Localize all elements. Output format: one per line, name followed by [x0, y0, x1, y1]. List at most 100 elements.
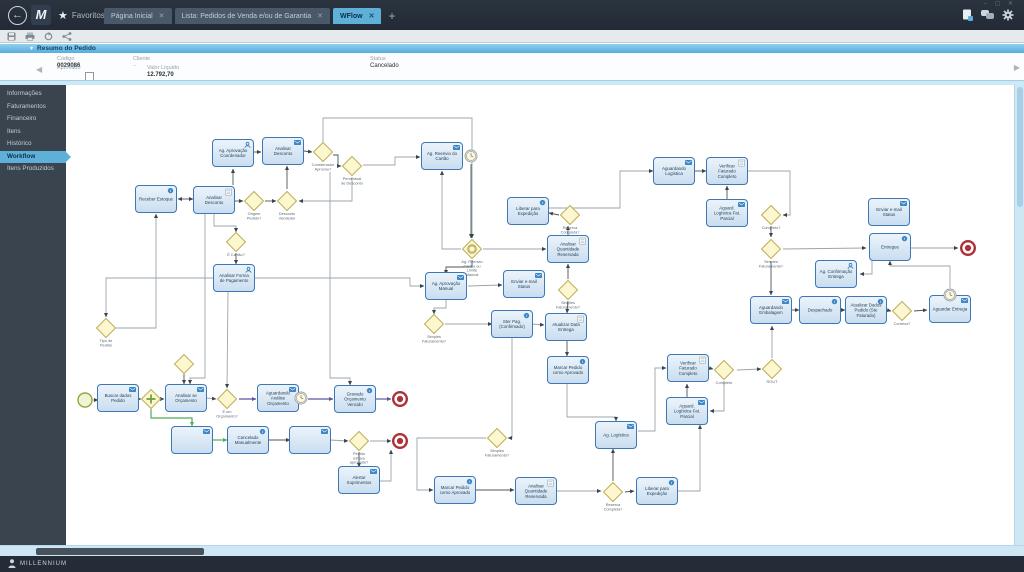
bpmn-task-marcar-pedido-como-aprovado[interactable]: iMarcar Pedidocomo Aprovado [548, 357, 589, 384]
bpmn-gw-gw-40[interactable] [175, 355, 194, 374]
bpmn-task-task-32[interactable] [290, 427, 331, 454]
bpmn-task-aguard-logistica-fat-parcial[interactable]: Aguard.Logística Fat.Parcial [667, 398, 708, 425]
sidebar-item-hist-rico[interactable]: Histórico [0, 138, 66, 151]
bpmn-gw-simples-faturamento[interactable]: SimplesFaturamento? [422, 315, 447, 344]
bpmn-task-atualizar-data-entrega[interactable]: Atualizar DataEntrega [546, 314, 587, 341]
favorites-control[interactable]: ★ Favoritos [58, 9, 105, 22]
bpmn-gw-simples-faturamento[interactable]: SimplesFaturamento? [485, 429, 510, 458]
sidebar-item-itens[interactable]: Itens [0, 126, 66, 139]
tab-lista-pedidos-de-venda-e-ou-de-garantia[interactable]: Lista: Pedidos de Venda e/ou de Garantia… [175, 8, 330, 24]
export-document-icon[interactable] [962, 9, 973, 21]
bpmn-gw-simples-faturamento[interactable]: SimplesFaturamento? [556, 281, 581, 310]
bpmn-task-analisar-se-orcamento[interactable]: Analisar seOrçamento [166, 385, 207, 412]
bpmn-end-end-59[interactable] [393, 392, 407, 406]
bpmn-gw-reserva-completa[interactable]: ReservaCompleta? [561, 206, 581, 235]
window-controls[interactable]: – ▢ ✕ [984, 0, 1016, 7]
save-icon[interactable] [7, 32, 16, 41]
bpmn-gw-e-cartao[interactable]: É Cartão? [227, 233, 246, 258]
new-tab-button[interactable]: + [384, 8, 399, 24]
bpmn-start-start-58[interactable] [78, 393, 92, 407]
bpmn-timer-timer-63[interactable] [295, 392, 307, 404]
tab-close-icon[interactable]: ✕ [159, 12, 165, 20]
tab-close-icon[interactable]: ✕ [317, 12, 323, 20]
tab-close-icon[interactable]: ✕ [369, 12, 375, 20]
bpmn-end-end-60[interactable] [393, 434, 407, 448]
bpmn-task-aguard-logistica-fat-parcial[interactable]: Aguard.Logística Fat.Parcial [707, 200, 748, 227]
bpmn-task-atualizar-dados-pedido-ste-faturado[interactable]: iAtualizar DadosPedido (SteFaturado) [846, 297, 887, 324]
sequence-flow [190, 214, 205, 384]
horizontal-scrollbar-thumb[interactable] [36, 548, 204, 555]
bpmn-task-enviar-e-mail-status[interactable]: Enviar e-mailStatus [504, 271, 545, 298]
bpmn-task-verificar-faturado-completo[interactable]: VerificarFaturadoCompleto [707, 158, 748, 185]
cliente-label: Cliente [133, 56, 150, 62]
gear-icon[interactable] [1002, 9, 1014, 21]
bpmn-task-ag-confirmacao-entrega[interactable]: Ag. ConfirmaçãoEntrega [816, 261, 857, 288]
bpmn-gw-simples-faturamento[interactable]: SimplesFaturamento? [759, 240, 784, 269]
bpmn-gw-ag-reenvio-cartao-ou-limite-manual[interactable]: Ag. ReenvioCartão ouLimiteManual [461, 240, 482, 277]
bpmn-task-alertar-suprimentos[interactable]: AlertarSuprimentos [339, 467, 380, 494]
bpmn-task-analisar-quantidade-reservada[interactable]: AnalisarQuantidadeReservada [548, 236, 589, 263]
bpmn-task-ster-pag-confirmado[interactable]: iSter Pag.(Confirmado) [492, 311, 533, 338]
vertical-scrollbar[interactable] [1014, 85, 1024, 545]
bpmn-gw-pedido-estava-aprovado[interactable]: Pedidoestavaaprovado? [350, 432, 370, 465]
bpmn-task-ag-logistica[interactable]: Ag. Logística [596, 422, 637, 449]
sidebar-item-itens-produzidos[interactable]: Itens Produzidos [0, 163, 66, 176]
bpmn-gw-percentual-de-desconto[interactable]: Percentualde Desconto [341, 157, 363, 186]
bpmn-gw-completo[interactable]: Completo [715, 361, 734, 386]
bpmn-timer-timer-64[interactable] [944, 289, 956, 301]
bpmn-task-cancelado-manualmente[interactable]: iCanceladoManualmente [228, 427, 269, 454]
bpmn-timer-timer-62[interactable] [465, 150, 477, 162]
bpmn-gw-correios[interactable]: Correios? [893, 302, 912, 327]
bpmn-task-ag-reenvio-do-cartao[interactable]: Ag. Reenvio doCartão [422, 143, 463, 170]
bpmn-gw-coordenador-aprovou[interactable]: CoordenadorAprovou? [312, 143, 335, 172]
vertical-scrollbar-thumb[interactable] [1017, 87, 1023, 207]
bpmn-gw-rout[interactable]: ROUT [763, 360, 782, 385]
tab-wflow[interactable]: WFlow✕ [333, 8, 381, 24]
back-button[interactable]: ← [8, 6, 27, 25]
bpmn-gw-e-um-orcamento[interactable]: É umOrçamento? [216, 390, 238, 419]
bpmn-gw-completo[interactable]: Completo? [762, 206, 782, 231]
bpmn-task-marcar-pedido-como-aprovado[interactable]: iMarcar Pedidocomo Aprovado [435, 477, 476, 504]
tab-p-gina-inicial[interactable]: Página Inicial✕ [104, 8, 172, 24]
bpmn-gw-desconto-vendedor[interactable]: DescontoVendedor [278, 192, 297, 221]
chat-icon[interactable] [981, 9, 994, 21]
bpmn-task-task-30[interactable] [172, 427, 213, 454]
svg-text:Orçamento: Orçamento [267, 401, 289, 406]
bpmn-task-liberar-para-expedicao[interactable]: iLiberar paraExpedição [508, 198, 549, 225]
bpmn-task-verificar-faturado-completo[interactable]: VerificarFaturadoCompleto [668, 355, 709, 382]
bpmn-task-enviar-e-mail-status[interactable]: Enviar e-mailStatus [869, 199, 910, 226]
bpmn-task-entregue[interactable]: iEntregue [870, 234, 911, 261]
prev-record-chevron[interactable]: ◀ [36, 65, 42, 74]
bpmn-task-ag-aprovacao-manual[interactable]: Ag. AprovaçãoManual [426, 273, 467, 300]
bpmn-task-ag-aprovacao-coordenador[interactable]: Ag. AprovaçãoCoordenador [213, 140, 254, 167]
bpmn-task-analisar-desconto[interactable]: AnalisarDesconto [263, 138, 304, 165]
bpmn-gw-origem-pedido[interactable]: OrigemPedido? [245, 192, 264, 221]
sidebar-item-financeiro[interactable]: Financeiro [0, 113, 66, 126]
bpmn-task-analisar-forma-de-pagamento[interactable]: Analisar Formade Pagamento [214, 265, 255, 292]
sequence-flow [442, 171, 461, 249]
workflow-canvas[interactable]: Ag. AprovaçãoCoordenador AnalisarDesconto… [66, 85, 1014, 545]
refresh-icon[interactable] [44, 32, 53, 41]
next-record-chevron[interactable]: ▶ [1014, 63, 1020, 72]
bpmn-task-receber-estoque[interactable]: iReceber Estoque [136, 186, 177, 213]
bpmn-task-aguardando-logistica[interactable]: AguardandoLogística [654, 158, 695, 185]
bpmn-task-analisar-desconto[interactable]: AnalisarDesconto [194, 187, 235, 214]
print-icon[interactable] [25, 32, 35, 41]
share-icon[interactable] [62, 32, 72, 41]
bpmn-gw-tipo-de-pedido[interactable]: Tipo dePedido [97, 319, 116, 348]
bpmn-gw-gw-37[interactable] [142, 390, 161, 409]
bpmn-gw-reserva-completa[interactable]: ReservaCompleta? [604, 483, 624, 512]
bpmn-task-aguardando-embalagem[interactable]: AguardandoEmbalagem [751, 297, 792, 324]
bpmn-end-end-61[interactable] [961, 241, 975, 255]
sidebar-item-workflow[interactable]: Workflow [0, 151, 66, 164]
sidebar-item-faturamentos[interactable]: Faturamentos [0, 101, 66, 114]
bpmn-task-buscar-dados-pedido[interactable]: Buscar dadosPedido [98, 385, 139, 412]
bpmn-task-analisar-quantidade-reservada[interactable]: AnalisarQuantidadeReservada [516, 478, 557, 505]
sidebar-item-informa-es[interactable]: Informações [0, 88, 66, 101]
bpmn-task-aguardando-analise-orcamento[interactable]: AguardandoAnáliseOrçamento [258, 385, 299, 412]
horizontal-scrollbar[interactable] [0, 545, 1024, 556]
section-header[interactable]: ▾ Resumo do Pedido [0, 44, 1024, 53]
bpmn-task-gravado-orcamento-vencido[interactable]: iGravadoOrçamentoVencido [335, 386, 376, 413]
bpmn-task-despachado[interactable]: iDespachado [800, 297, 841, 324]
bpmn-task-liberar-para-expedicao[interactable]: iLiberar paraExpedição [637, 478, 678, 505]
